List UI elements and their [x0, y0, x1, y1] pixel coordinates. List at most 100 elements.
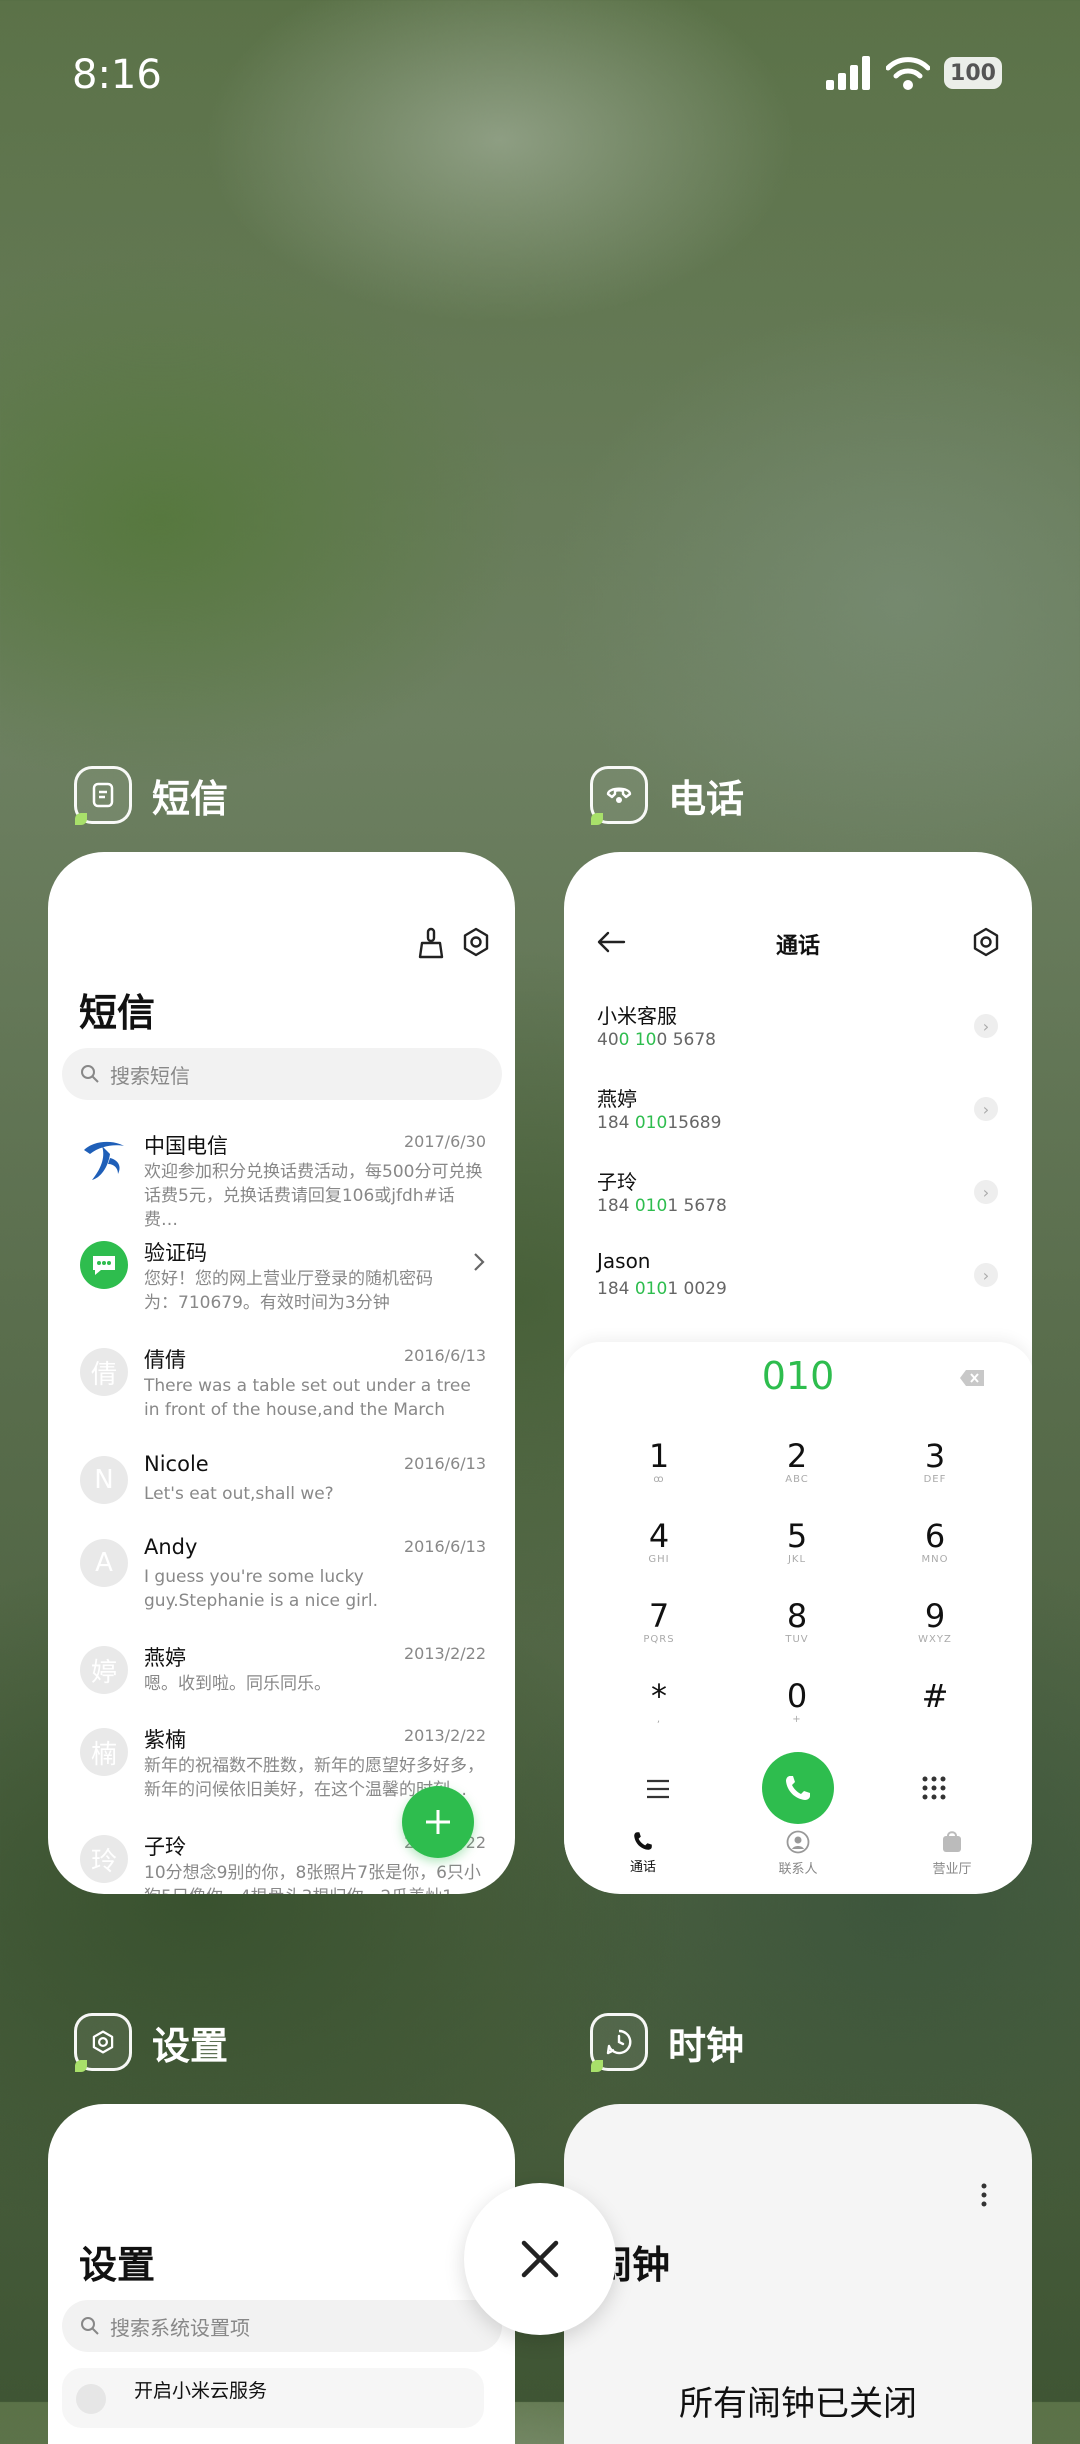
avatar: 楠	[80, 1728, 128, 1776]
china-telecom-logo-icon	[78, 1134, 128, 1188]
tab-label: 联系人	[778, 1862, 818, 1877]
list-item[interactable]: 中国电信 2017/6/30 欢迎参加积分兑换话费活动，每500分可兑换话费5元…	[48, 1130, 515, 1230]
dial-key-7[interactable]: 7 PQRS	[609, 1598, 709, 1645]
clean-brush-icon[interactable]	[418, 927, 446, 963]
message-sender: Nicole	[144, 1452, 209, 1476]
tab-calls[interactable]: 通话	[593, 1830, 693, 1875]
compose-button[interactable]	[402, 1786, 474, 1858]
message-date: 2017/6/30	[403, 1132, 486, 1151]
message-sender: 倩倩	[144, 1348, 186, 1372]
more-options-icon[interactable]	[980, 2182, 988, 2212]
app-name-settings: 设置	[152, 2023, 229, 2068]
contacts-icon	[786, 1830, 810, 1854]
sms-app-card[interactable]: 短信 搜索短信 中国电信 2017/6/30 欢迎参加积分兑换话费活动，每500…	[48, 852, 515, 1894]
list-item[interactable]: N Nicole 2016/6/13 Let's eat out,shall w…	[48, 1452, 515, 1512]
tab-contacts[interactable]: 联系人	[748, 1830, 848, 1877]
message-preview: I guess you're some lucky guy.Stephanie …	[144, 1567, 379, 1611]
wifi-icon	[886, 57, 930, 90]
contact-name: 子玲	[597, 1170, 637, 1194]
contact-number: 184 0101 0029	[597, 1279, 727, 1299]
dial-key-star[interactable]: *,	[609, 1678, 709, 1725]
status-icons: 100	[826, 56, 1002, 90]
chevron-right-icon[interactable]: ›	[974, 1097, 998, 1121]
list-item[interactable]: 婷 燕婷 2013/2/22 嗯。收到啦。同乐同乐。	[48, 1642, 515, 1702]
message-date: 2013/2/22	[403, 1726, 486, 1745]
backspace-icon[interactable]	[958, 1368, 986, 1392]
contact-name: Jason	[597, 1249, 651, 1273]
phone-icon	[786, 1776, 810, 1800]
app-header-clock[interactable]: 时钟	[590, 2013, 745, 2072]
message-date: 2016/6/13	[403, 1537, 486, 1556]
clock-app-icon	[590, 2013, 648, 2072]
dial-key-0[interactable]: 0 +	[747, 1678, 847, 1725]
app-header-phone[interactable]: 电话	[590, 766, 745, 825]
contact-row[interactable]: 小米客服 400 100 5678 ›	[564, 1000, 1032, 1060]
list-item[interactable]: 倩 倩倩 2016/6/13 There was a table set out…	[48, 1344, 515, 1424]
dial-key-1[interactable]: 1ꝏ	[609, 1438, 709, 1485]
dial-key-hash[interactable]: #	[885, 1678, 985, 1714]
contact-name: 小米客服	[597, 1004, 677, 1028]
clear-all-button[interactable]	[464, 2183, 616, 2335]
chevron-right-icon[interactable]: ›	[974, 1263, 998, 1287]
search-icon	[81, 2317, 99, 2335]
chevron-right-icon[interactable]: ›	[974, 1014, 998, 1038]
sms-search-bar[interactable]: 搜索短信	[62, 1048, 502, 1100]
dial-key-5[interactable]: 5 JKL	[747, 1518, 847, 1565]
app-header-settings[interactable]: 设置	[74, 2013, 229, 2072]
settings-search-bar[interactable]: 搜索系统设置项	[62, 2300, 502, 2352]
dial-key-2[interactable]: 2 ABC	[747, 1438, 847, 1485]
contact-row[interactable]: 燕婷 184 01015689 ›	[564, 1083, 1032, 1143]
message-date: 2016/6/13	[403, 1346, 486, 1365]
cloud-service-item[interactable]: 开启小米云服务	[62, 2368, 484, 2428]
message-sender: 验证码	[144, 1241, 207, 1265]
tab-business-hall[interactable]: 营业厅	[902, 1830, 1002, 1877]
dial-key-4[interactable]: 4 GHI	[609, 1518, 709, 1565]
list-item[interactable]: A Andy 2016/6/13 I guess you're some luc…	[48, 1535, 515, 1615]
verification-chat-icon	[80, 1241, 128, 1289]
message-sender: 紫楠	[144, 1728, 186, 1752]
chevron-right-icon	[472, 1251, 486, 1277]
app-name-clock: 时钟	[668, 2023, 745, 2068]
avatar: A	[80, 1539, 128, 1587]
settings-search-placeholder: 搜索系统设置项	[110, 2315, 250, 2340]
app-header-sms[interactable]: 短信	[74, 766, 228, 825]
battery-indicator: 100	[944, 57, 1002, 89]
avatar: 倩	[80, 1348, 128, 1396]
clock-app-card[interactable]: 闹钟 所有闹钟已关闭	[564, 2104, 1032, 2444]
tab-label: 通话	[629, 1860, 656, 1875]
message-preview: 10分想念9别的你，8张照片7张是你，6只小狗5只像你，4根骨头3根归你，2瓜姜…	[144, 1863, 481, 1894]
settings-gear-icon[interactable]	[971, 927, 1001, 961]
message-date: 2016/6/13	[403, 1454, 486, 1473]
avatar: 玲	[80, 1835, 128, 1883]
message-sender: Andy	[144, 1535, 198, 1559]
menu-icon[interactable]	[646, 1778, 670, 1804]
dial-key-6[interactable]: 6 MNO	[885, 1518, 985, 1565]
phone-app-icon	[590, 766, 648, 825]
contact-row[interactable]: 子玲 184 0101 5678 ›	[564, 1166, 1032, 1226]
chevron-right-icon[interactable]: ›	[974, 1180, 998, 1204]
phone-app-card[interactable]: 通话 小米客服 400 100 5678 › 燕婷 184 01015689 ›…	[564, 852, 1032, 1894]
app-name-phone: 电话	[668, 776, 745, 821]
message-preview: 您好！您的网上营业厅登录的随机密码为：710679。有效时间为3分钟	[144, 1269, 433, 1313]
signal-icon	[826, 56, 870, 90]
message-preview: 嗯。收到啦。同乐同乐。	[144, 1674, 331, 1694]
shopping-bag-icon	[943, 1831, 961, 1852]
status-time: 8:16	[72, 52, 162, 98]
dial-pad-panel: 010 1ꝏ 2 ABC 3 DEF 4 GHI 5 JKL 6 MNO 7 PQRS 8T…	[564, 1342, 1032, 1892]
settings-app-card[interactable]: 设置 搜索系统设置项 开启小米云服务	[48, 2104, 515, 2444]
call-button[interactable]	[762, 1752, 834, 1824]
settings-gear-icon[interactable]	[461, 927, 491, 961]
message-preview: There was a table set out under a tree i…	[144, 1376, 471, 1420]
contact-number: 184 0101 5678	[597, 1196, 727, 1216]
dialpad-grid-icon[interactable]	[922, 1776, 946, 1804]
contact-row[interactable]: Jason 184 0101 0029 ›	[564, 1249, 1032, 1309]
sms-search-placeholder: 搜索短信	[110, 1063, 190, 1088]
cloud-service-label: 开启小米云服务	[134, 2380, 268, 2402]
list-item[interactable]: 验证码 您好！您的网上营业厅登录的随机密码为：710679。有效时间为3分钟	[48, 1237, 515, 1317]
dial-key-3[interactable]: 3 DEF	[885, 1438, 985, 1485]
dial-key-8[interactable]: 8 TUV	[747, 1598, 847, 1645]
message-preview: 欢迎参加积分兑换话费活动，每500分可兑换话费5元，兑换话费请回复106或jfd…	[144, 1162, 483, 1230]
close-icon	[521, 2240, 559, 2278]
tab-label: 营业厅	[932, 1862, 972, 1877]
dial-key-9[interactable]: 9 WXYZ	[885, 1598, 985, 1645]
